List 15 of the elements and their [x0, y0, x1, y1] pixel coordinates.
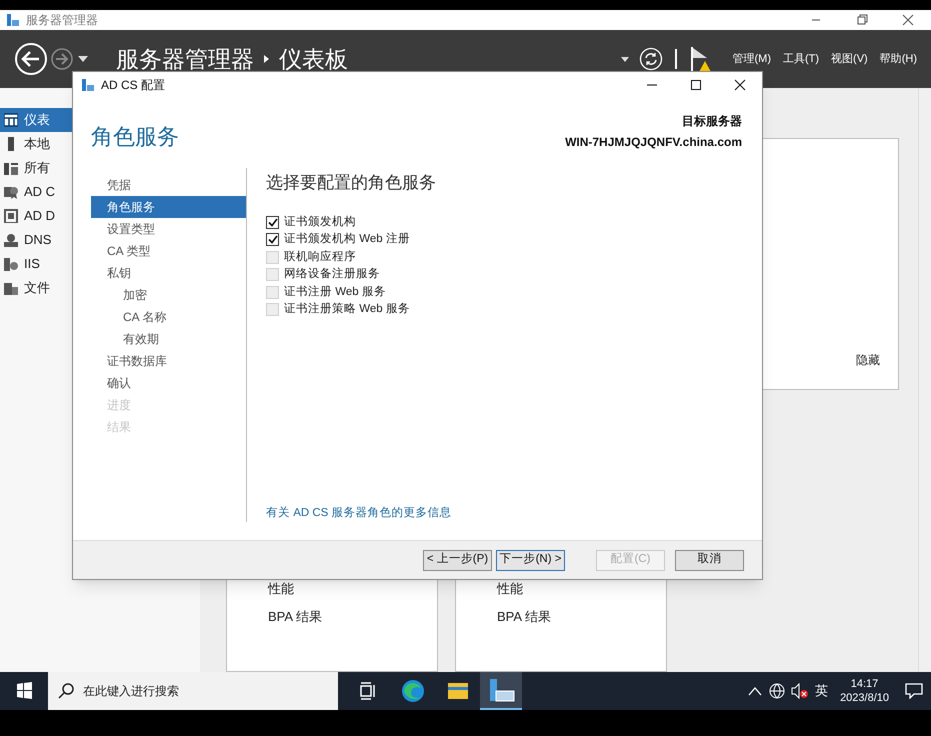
- checkbox-label: 证书注册策略 Web 服务: [284, 301, 410, 318]
- target-server-label: 目标服务器: [682, 113, 742, 130]
- window-title: 服务器管理器: [26, 12, 98, 29]
- wizard-step: 进度: [91, 394, 246, 416]
- checkbox-label: 联机响应程序: [284, 249, 356, 265]
- target-server-name: WIN-7HJMJQJQNFV.china.com: [565, 134, 742, 151]
- checkbox-label: 证书颁发机构 Web 注册: [284, 231, 410, 248]
- section-heading: 选择要配置的角色服务: [266, 172, 437, 194]
- dialog-title: AD CS 配置: [101, 77, 166, 94]
- breadcrumb-item: 仪表板: [279, 44, 348, 74]
- page-title: 角色服务: [91, 123, 179, 151]
- checkbox-label: 证书颁发机构: [284, 214, 356, 230]
- wizard-step: 结果: [91, 416, 246, 438]
- checkbox-label: 网络设备注册服务: [284, 266, 380, 282]
- checkbox-label: 证书注册 Web 服务: [284, 284, 386, 300]
